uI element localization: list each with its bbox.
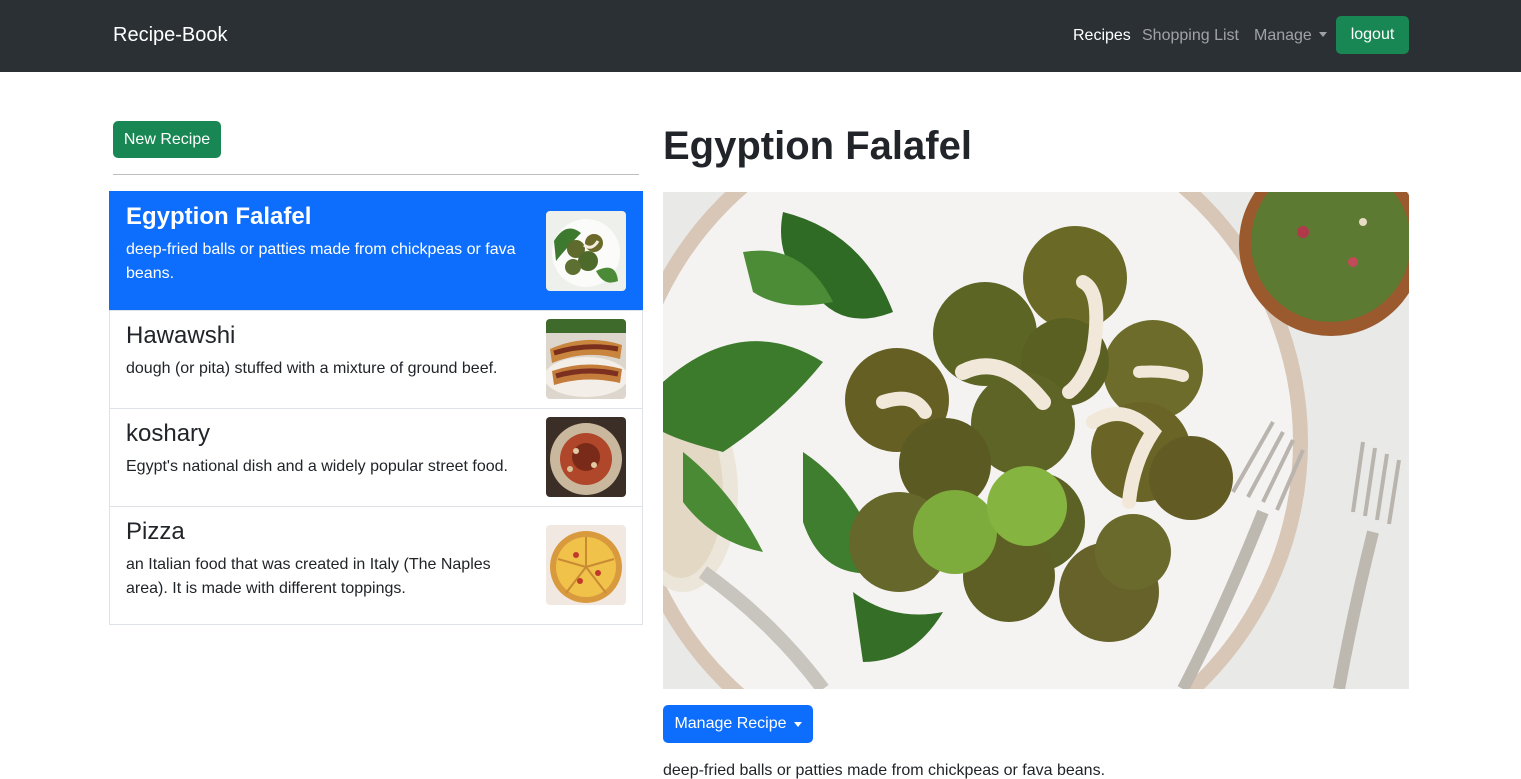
divider — [113, 174, 639, 175]
recipe-detail-description: deep-fried balls or patties made from ch… — [663, 762, 1106, 779]
new-recipe-button[interactable]: New Recipe — [113, 121, 221, 158]
logout-button[interactable]: logout — [1336, 16, 1409, 54]
recipe-thumbnail — [546, 319, 626, 399]
caret-down-icon — [1318, 32, 1327, 37]
nav-manage-dropdown[interactable]: Manage — [1254, 27, 1327, 45]
recipe-item-description: Egypt's national dish and a widely popul… — [126, 458, 508, 475]
recipe-list-item-koshary[interactable]: koshary Egypt's national dish and a wide… — [109, 408, 643, 507]
recipe-item-title: koshary — [126, 420, 211, 447]
recipe-list-item-pizza[interactable]: Pizza an Italian food that was created i… — [109, 506, 643, 625]
recipe-item-title: Pizza — [126, 518, 185, 545]
recipe-thumbnail — [546, 211, 626, 291]
brand-link[interactable]: Recipe-Book — [113, 24, 228, 47]
recipe-item-description: deep-fried balls or patties made from ch… — [126, 241, 516, 282]
recipe-detail-title: Egyption Falafel — [663, 124, 972, 168]
nav-shopping-list-link[interactable]: Shopping List — [1142, 27, 1239, 45]
manage-recipe-dropdown-button[interactable]: Manage Recipe — [663, 705, 813, 743]
recipe-item-description: an Italian food that was created in Ital… — [126, 556, 491, 597]
recipe-list-item-falafel[interactable]: Egyption Falafel deep-fried balls or pat… — [109, 191, 643, 311]
recipe-item-title: Hawawshi — [126, 322, 236, 349]
recipe-thumbnail — [546, 417, 626, 497]
recipe-thumbnail — [546, 525, 626, 605]
recipe-detail-image — [663, 192, 1409, 689]
manage-recipe-label: Manage Recipe — [674, 715, 787, 732]
caret-down-icon — [793, 721, 802, 727]
nav-recipes-link[interactable]: Recipes — [1073, 27, 1131, 45]
top-navbar: Recipe-Book Recipes Shopping List Manage… — [0, 0, 1521, 72]
recipe-item-title: Egyption Falafel — [126, 203, 312, 230]
nav-manage-label: Manage — [1254, 27, 1312, 44]
recipe-item-description: dough (or pita) stuffed with a mixture o… — [126, 360, 498, 377]
recipe-list-item-hawawshi[interactable]: Hawawshi dough (or pita) stuffed with a … — [109, 310, 643, 409]
